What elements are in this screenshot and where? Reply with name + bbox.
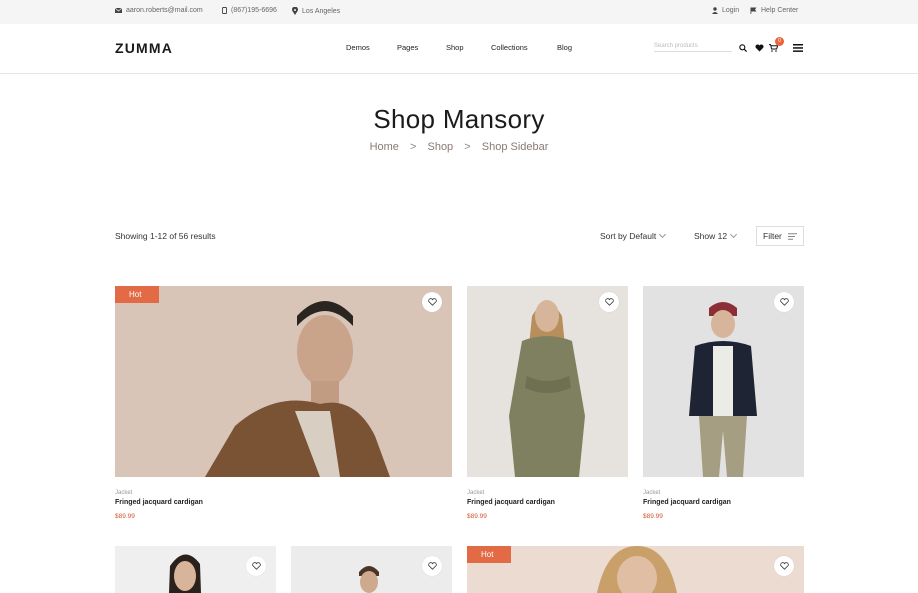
page-title: Shop Mansory bbox=[373, 104, 545, 134]
site-logo[interactable]: ZUMMA bbox=[115, 40, 173, 56]
nav-item-shop[interactable]: Shop bbox=[446, 43, 464, 52]
wishlist-button[interactable] bbox=[599, 292, 619, 312]
email-text: aaron.roberts@mail.com bbox=[126, 7, 203, 14]
mail-icon bbox=[115, 8, 122, 13]
wishlist-button[interactable] bbox=[774, 292, 794, 312]
heart-outline-icon bbox=[604, 298, 614, 306]
product-category: Jacket bbox=[115, 490, 133, 496]
wishlist-button[interactable] bbox=[246, 556, 266, 576]
chevron-down-icon bbox=[730, 230, 738, 239]
model-photo bbox=[467, 286, 628, 477]
product-image[interactable] bbox=[115, 546, 276, 593]
sort-label: Sort by Default bbox=[600, 231, 657, 241]
product-price: $89.99 bbox=[643, 513, 663, 520]
product-image[interactable] bbox=[467, 286, 628, 477]
product-category: Jacket bbox=[643, 490, 661, 496]
menu-icon[interactable] bbox=[793, 44, 803, 52]
filter-label: Filter bbox=[763, 231, 782, 241]
breadcrumb-shop-sidebar: Shop Sidebar bbox=[481, 141, 549, 153]
breadcrumb-home[interactable]: Home bbox=[370, 141, 399, 153]
sort-dropdown[interactable]: Sort by Default bbox=[600, 230, 667, 241]
filter-button[interactable]: Filter bbox=[756, 226, 804, 246]
nav-item-pages[interactable]: Pages bbox=[397, 43, 418, 52]
heart-outline-icon bbox=[251, 562, 261, 570]
heart-outline-icon bbox=[779, 298, 789, 306]
main-header: ZUMMA Demos Pages Shop Collections Blog … bbox=[0, 24, 918, 74]
help-center-label: Help Center bbox=[761, 7, 799, 14]
product-name[interactable]: Fringed jacquard cardigan bbox=[643, 499, 731, 506]
location-pin-icon bbox=[292, 7, 298, 15]
breadcrumb-separator: > bbox=[464, 141, 471, 153]
hot-badge: Hot bbox=[115, 286, 159, 303]
breadcrumb-separator: > bbox=[409, 141, 417, 153]
product-image[interactable] bbox=[291, 546, 452, 593]
heart-outline-icon bbox=[427, 562, 437, 570]
product-name[interactable]: Fringed jacquard cardigan bbox=[115, 499, 203, 506]
search-input[interactable]: Search products bbox=[654, 40, 732, 52]
wishlist-button[interactable] bbox=[422, 292, 442, 312]
heart-outline-icon bbox=[427, 298, 437, 306]
results-count: Showing 1-12 of 56 results bbox=[115, 231, 216, 241]
phone-contact[interactable]: (867)195-6696 bbox=[222, 7, 277, 14]
chevron-down-icon bbox=[659, 230, 667, 239]
email-contact[interactable]: aaron.roberts@mail.com bbox=[115, 7, 203, 14]
location-contact: Los Angeles bbox=[292, 7, 340, 15]
hot-badge: Hot bbox=[467, 546, 511, 563]
user-icon bbox=[712, 7, 718, 14]
filter-lines-icon bbox=[788, 232, 797, 240]
wishlist-button[interactable] bbox=[774, 556, 794, 576]
heart-icon[interactable] bbox=[755, 44, 764, 52]
phone-icon bbox=[222, 7, 227, 14]
nav-item-demos[interactable]: Demos bbox=[346, 43, 370, 52]
location-text: Los Angeles bbox=[302, 7, 341, 15]
login-label: Login bbox=[722, 7, 740, 14]
show-count-label: Show 12 bbox=[694, 231, 728, 241]
product-image[interactable] bbox=[643, 286, 804, 477]
product-category: Jacket bbox=[467, 490, 485, 496]
model-photo bbox=[643, 286, 804, 477]
model-photo bbox=[467, 546, 804, 593]
search-icon[interactable] bbox=[739, 44, 747, 52]
top-bar: aaron.roberts@mail.com (867)195-6696 Los… bbox=[0, 0, 918, 24]
product-name[interactable]: Fringed jacquard cardigan bbox=[467, 499, 555, 506]
breadcrumb-shop[interactable]: Shop bbox=[427, 141, 453, 153]
wishlist-button[interactable] bbox=[422, 556, 442, 576]
help-center-link[interactable]: Help Center bbox=[750, 7, 798, 14]
show-count-dropdown[interactable]: Show 12 bbox=[694, 230, 738, 241]
login-link[interactable]: Login bbox=[712, 7, 739, 14]
product-price: $89.99 bbox=[115, 513, 135, 520]
nav-item-collections[interactable]: Collections bbox=[491, 43, 528, 52]
flag-icon bbox=[750, 7, 757, 14]
product-price: $89.99 bbox=[467, 513, 487, 520]
model-photo bbox=[115, 286, 452, 477]
cart-count-badge: 0 bbox=[775, 37, 784, 46]
product-image[interactable]: Hot bbox=[115, 286, 452, 477]
heart-outline-icon bbox=[779, 562, 789, 570]
nav-item-blog[interactable]: Blog bbox=[557, 43, 572, 52]
phone-text: (867)195-6696 bbox=[231, 7, 277, 14]
breadcrumb: Home > Shop > Shop Sidebar bbox=[0, 141, 918, 153]
product-image[interactable]: Hot bbox=[467, 546, 804, 593]
